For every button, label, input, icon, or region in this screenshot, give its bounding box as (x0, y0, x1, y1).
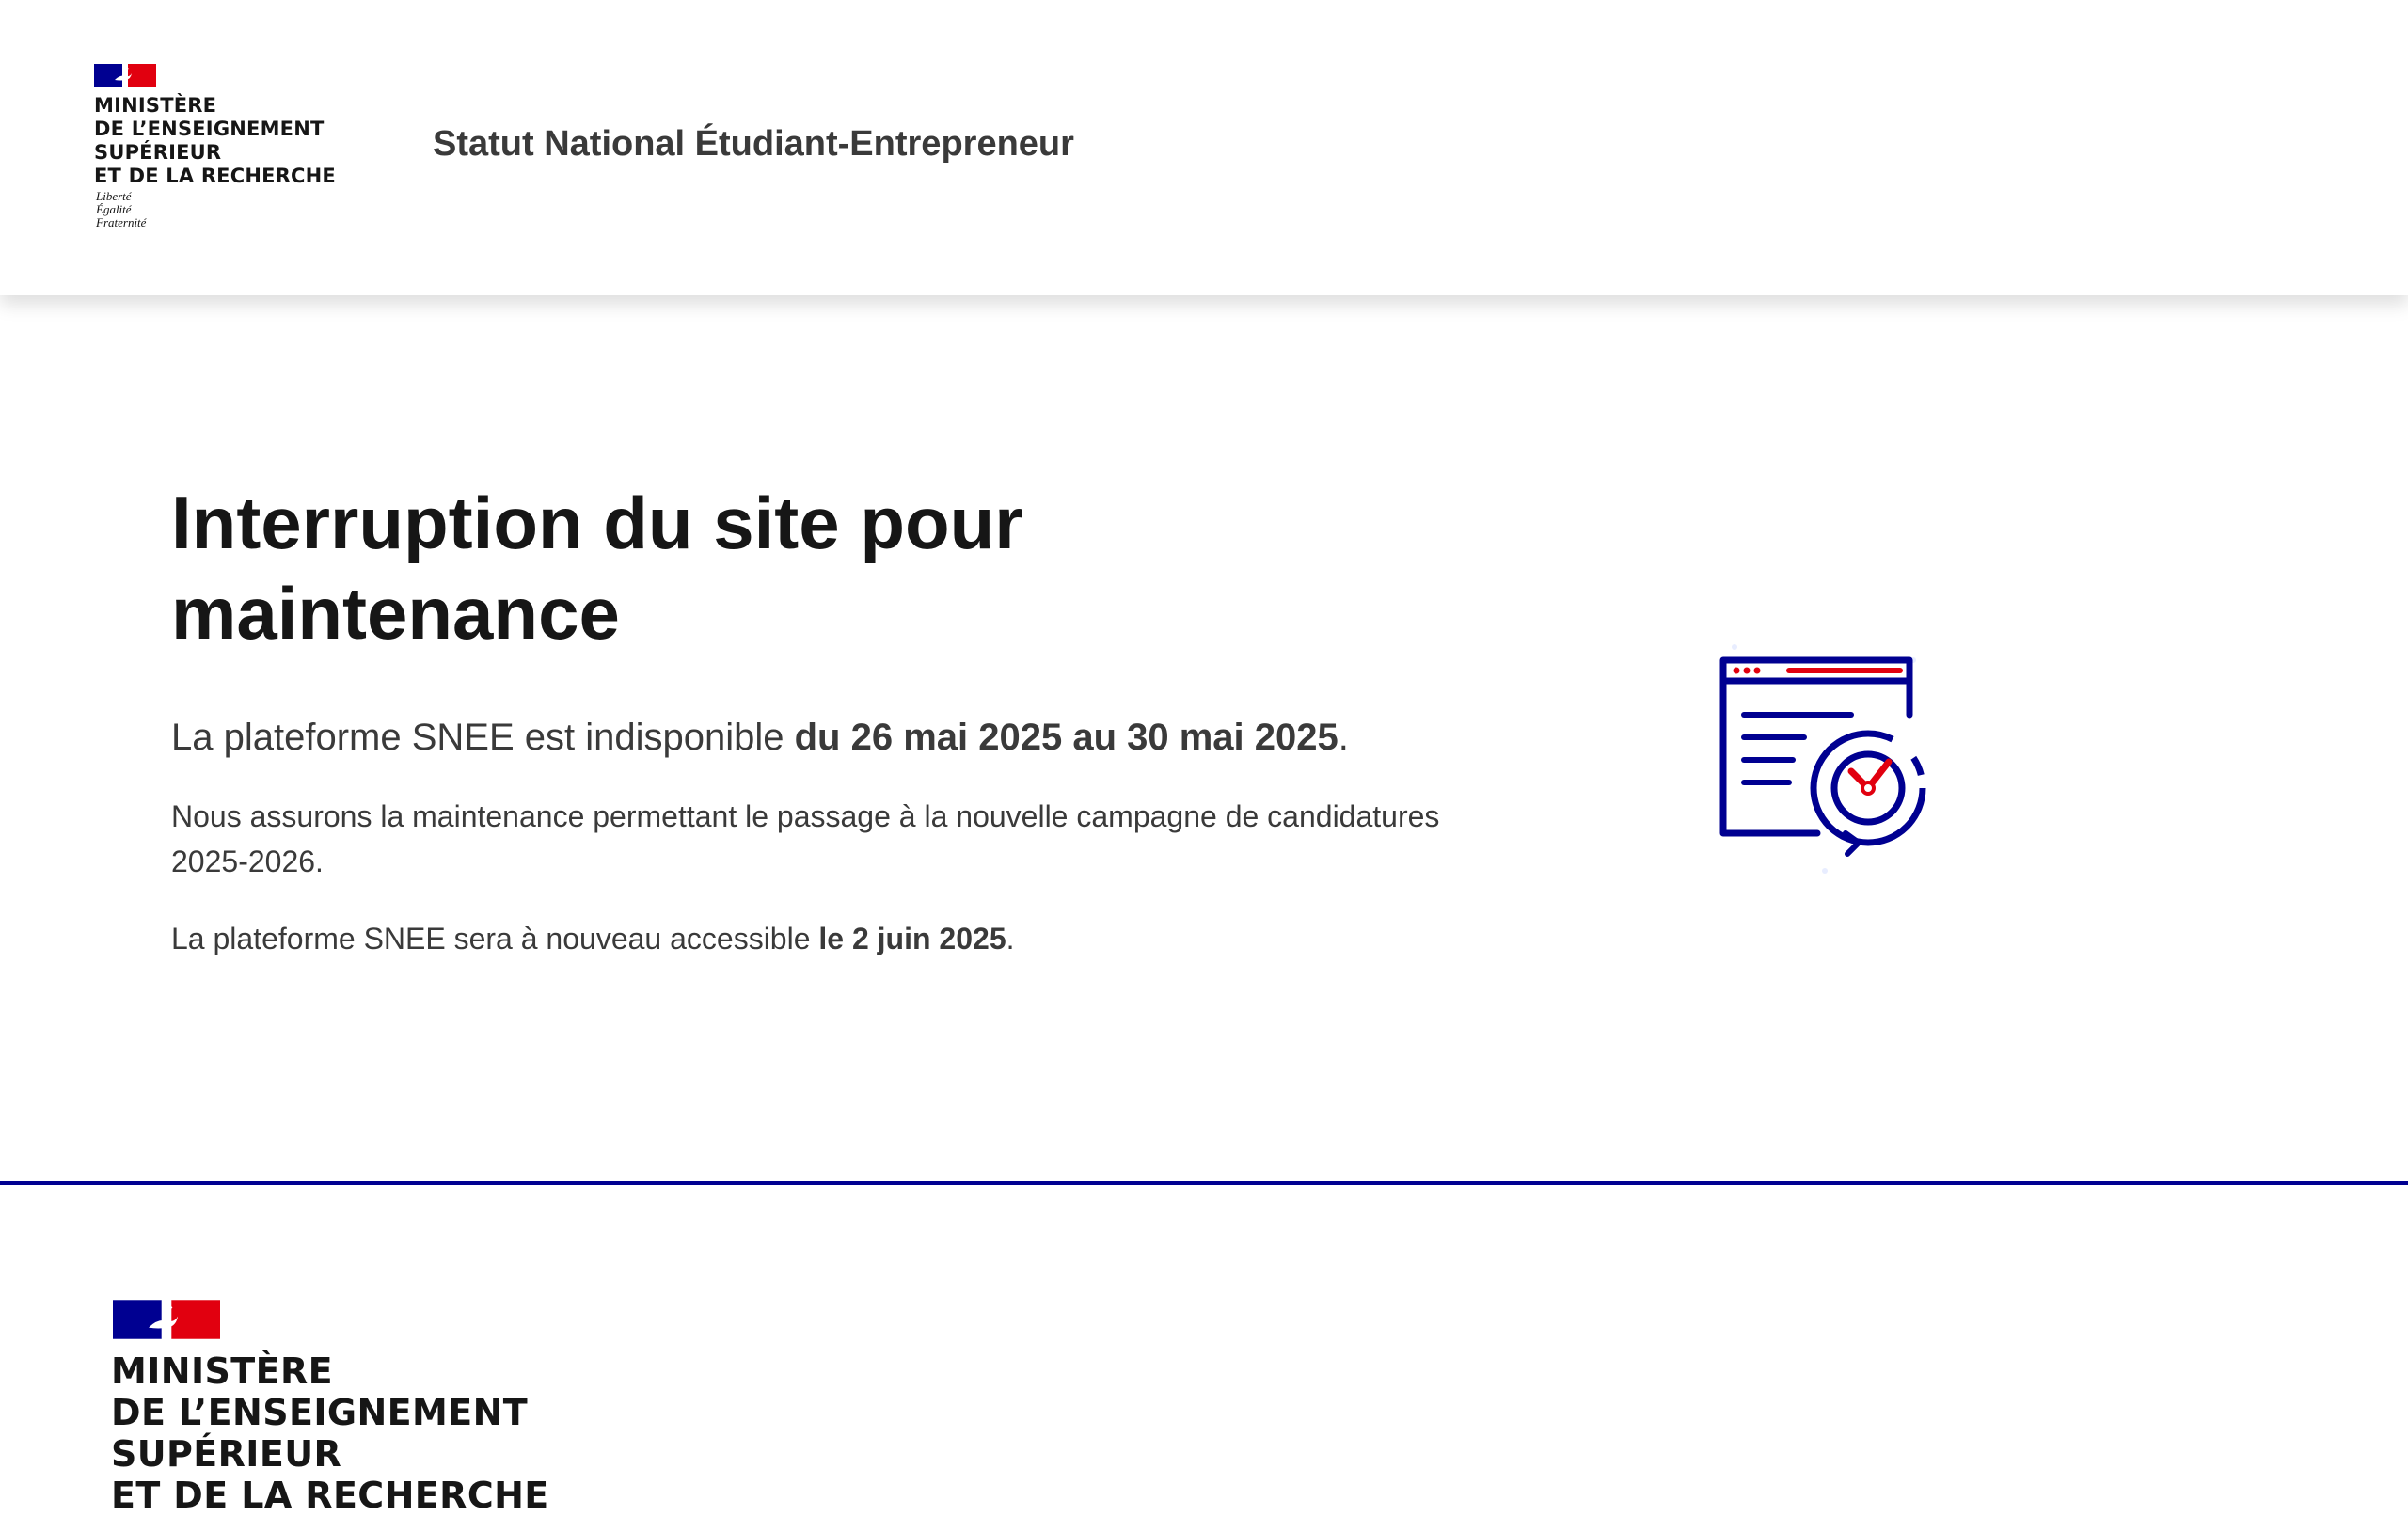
page-title: Interruption du site pour maintenance (171, 482, 1023, 655)
site-header: MINISTÈRE DE L’ENSEIGNEMENT SUPÉRIEUR ET… (0, 0, 2408, 295)
unavailability-lead: La plateforme SNEE est indisponible du 2… (171, 717, 1349, 758)
ministry-name: MINISTÈRE DE L’ENSEIGNEMENT SUPÉRIEUR ET… (94, 94, 336, 187)
maintenance-browser-clock-icon (1719, 644, 1926, 874)
unavailability-dates: du 26 mai 2025 au 30 mai 2025 (794, 717, 1339, 758)
site-footer: MINISTÈRE DE L’ENSEIGNEMENT SUPÉRIEUR ET… (0, 1181, 2408, 1516)
reopening-notice: La plateforme SNEE sera à nouveau access… (171, 922, 1015, 955)
republic-motto: Liberté Égalité Fraternité (96, 189, 147, 229)
marianne-flag-icon (94, 64, 156, 87)
footer-ministry-name: MINISTÈRE DE L’ENSEIGNEMENT SUPÉRIEUR ET… (111, 1350, 549, 1516)
site-title-link[interactable]: Statut National Étudiant-Entrepreneur (433, 124, 1074, 165)
marianne-flag-icon (113, 1300, 220, 1339)
maintenance-notice: Interruption du site pour maintenance La… (171, 478, 1488, 961)
maintenance-description: Nous assurons la maintenance permettant … (171, 799, 1440, 878)
ministry-logo-link[interactable]: MINISTÈRE DE L’ENSEIGNEMENT SUPÉRIEUR ET… (94, 64, 357, 243)
main-content: Interruption du site pour maintenance La… (0, 295, 2408, 1181)
reopening-date: le 2 juin 2025 (818, 922, 1006, 955)
